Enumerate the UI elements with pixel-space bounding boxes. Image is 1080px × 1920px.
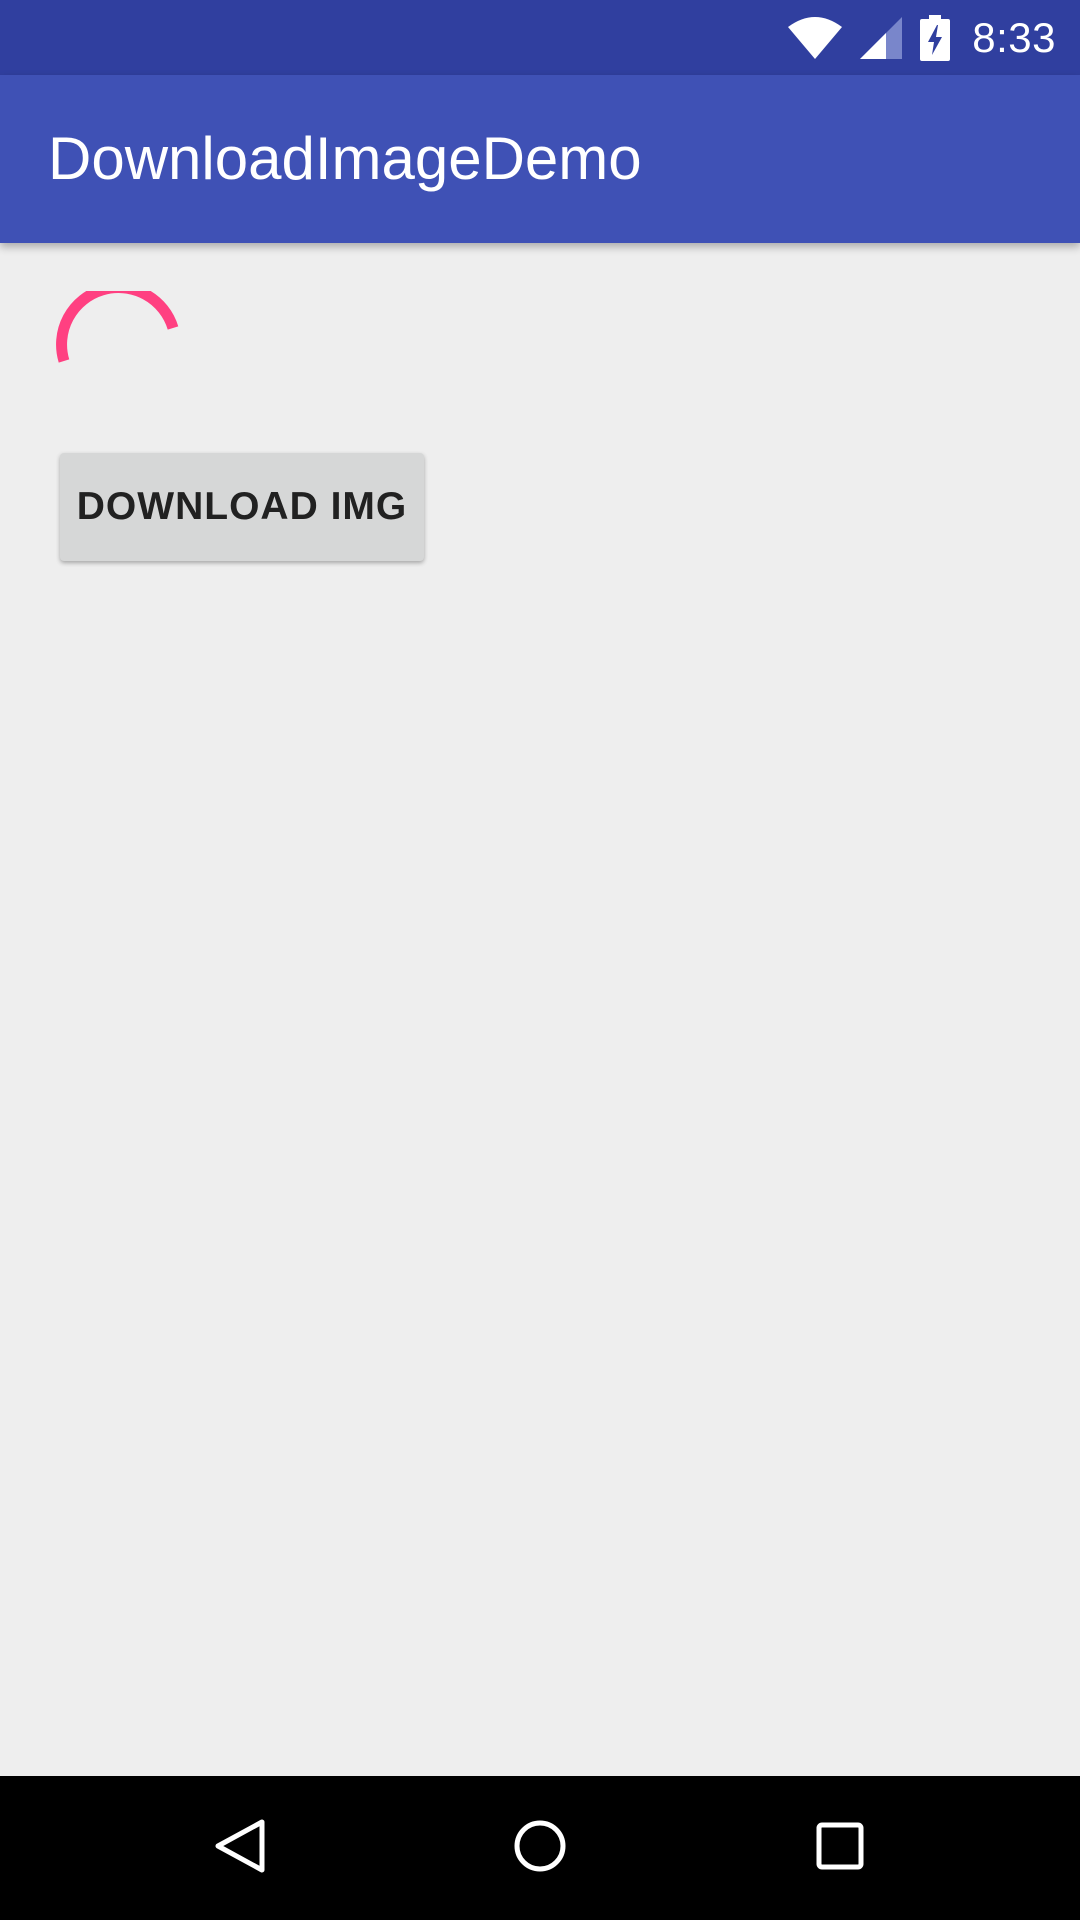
status-bar: 8:33 xyxy=(0,0,1080,75)
back-icon xyxy=(210,1816,270,1881)
home-icon xyxy=(510,1816,570,1881)
status-time: 8:33 xyxy=(972,13,1056,61)
progress-spinner xyxy=(48,282,192,435)
main-content: DOWNLOAD IMG xyxy=(0,243,1080,1776)
battery-charging-icon xyxy=(920,14,951,61)
navigation-bar xyxy=(0,1776,1080,1920)
download-image-button[interactable]: DOWNLOAD IMG xyxy=(60,453,424,561)
screen: 8:33 DownloadImageDemo DOWNLOAD IMG xyxy=(0,0,1080,1920)
recents-button[interactable] xyxy=(760,1776,920,1920)
home-button[interactable] xyxy=(460,1776,620,1920)
cell-signal-icon xyxy=(860,16,903,59)
status-icons: 8:33 xyxy=(788,0,1056,75)
wifi-icon xyxy=(788,16,843,59)
back-button[interactable] xyxy=(160,1776,320,1920)
app-bar: DownloadImageDemo xyxy=(0,75,1080,243)
recents-icon xyxy=(810,1816,870,1881)
app-title: DownloadImageDemo xyxy=(48,125,642,192)
